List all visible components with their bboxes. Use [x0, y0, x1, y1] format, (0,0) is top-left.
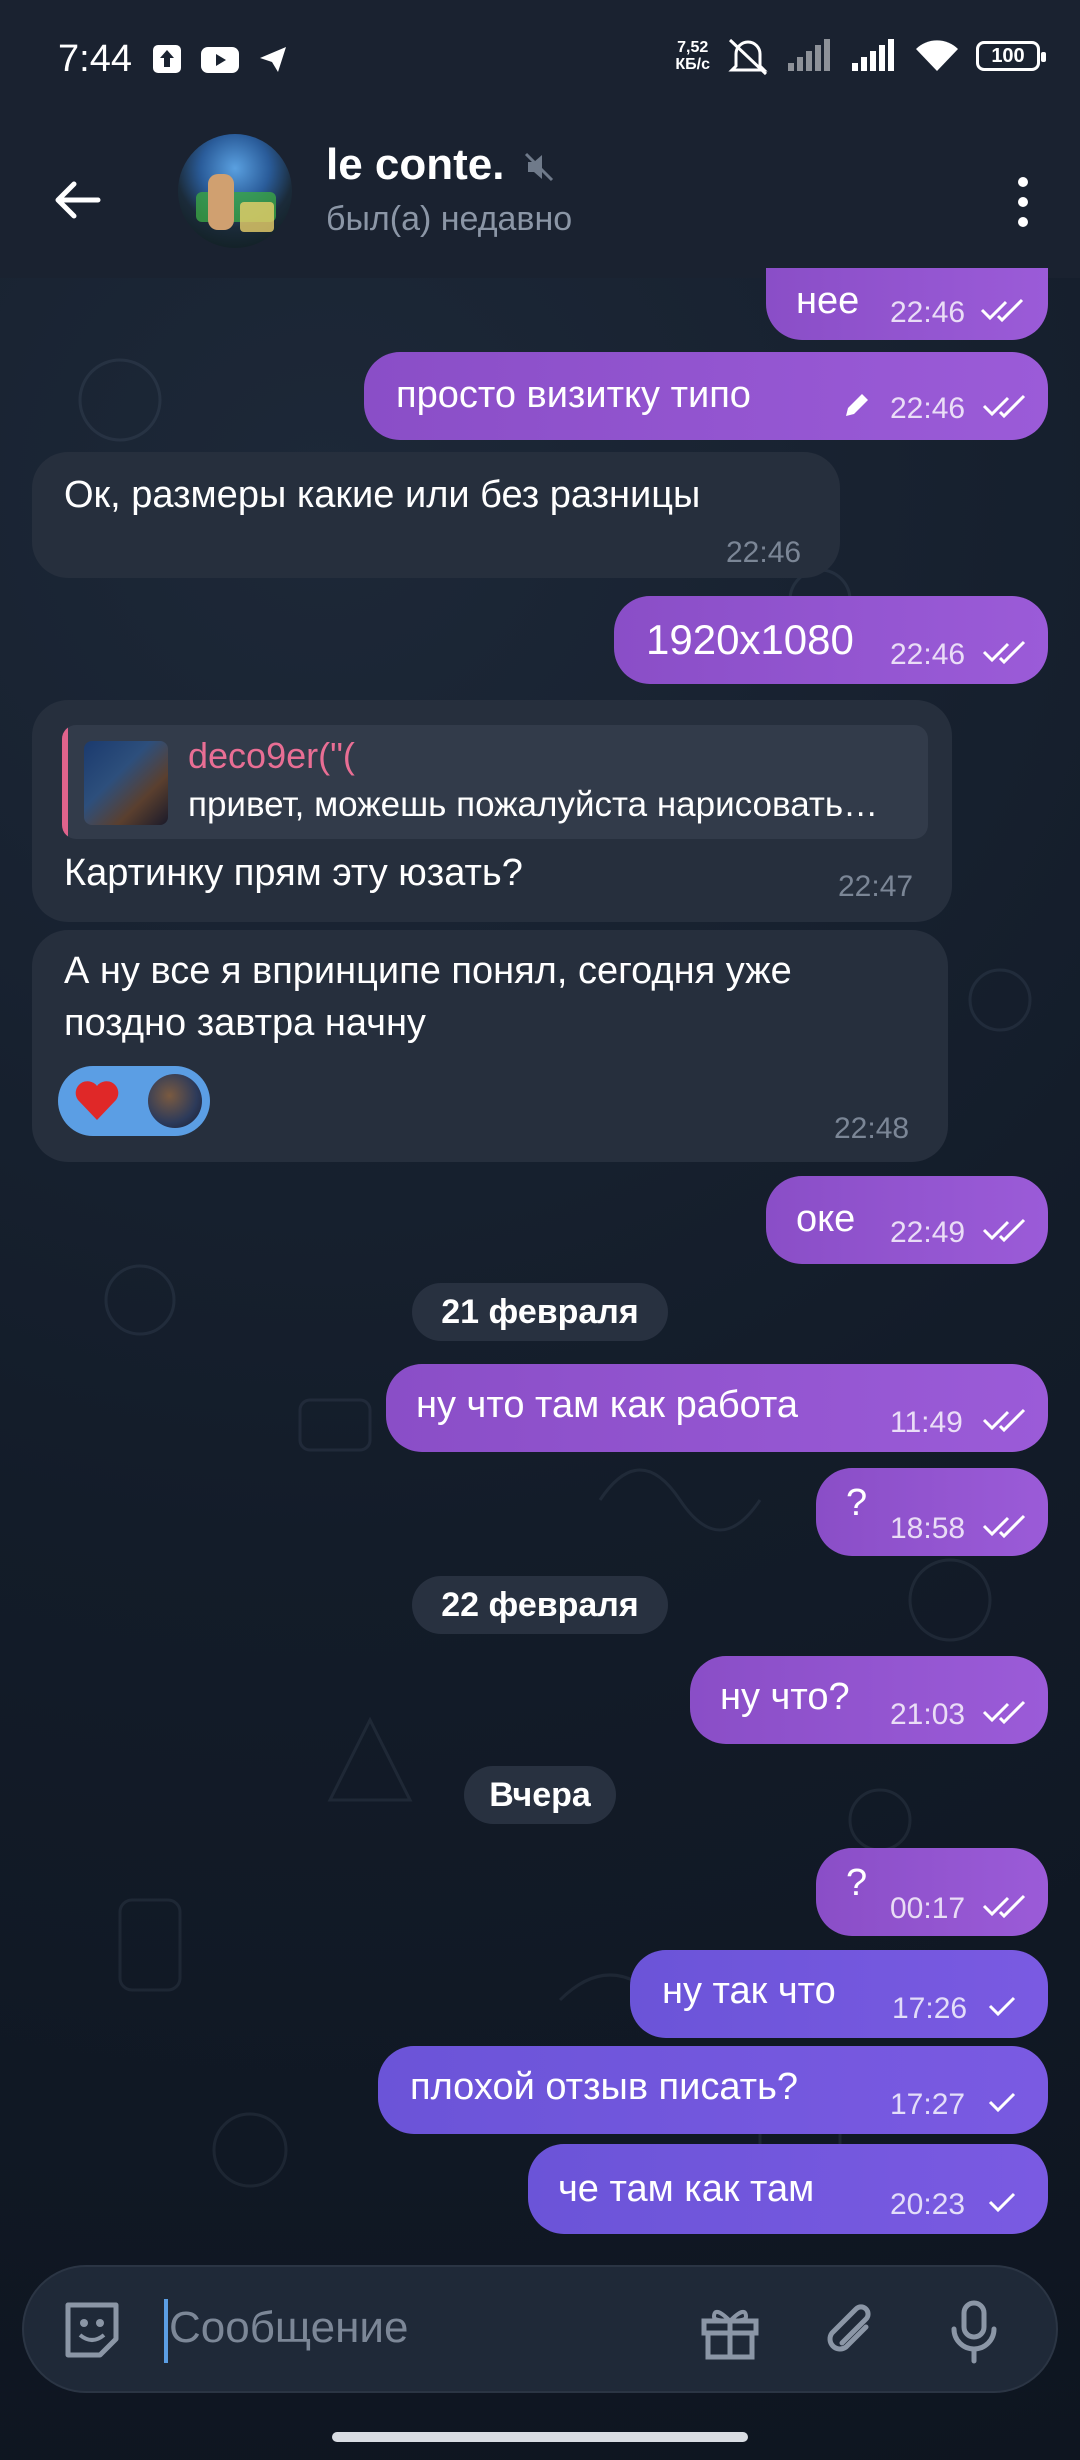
telegram-notification-icon — [260, 47, 286, 72]
mute-icon — [524, 152, 554, 182]
message-time: 22:48 — [834, 1112, 910, 1145]
message-text: 1920x1080 — [646, 616, 854, 663]
status-left-icons — [152, 44, 288, 74]
double-check-icon — [982, 640, 1026, 664]
attach-icon[interactable] — [816, 2297, 884, 2365]
gift-icon[interactable] — [696, 2297, 764, 2365]
message-text: ну что? — [720, 1676, 850, 1718]
message-outgoing[interactable]: ну что? 21:03 — [690, 1656, 1048, 1744]
reaction-chip[interactable] — [58, 1066, 210, 1136]
message-text: просто визитку типо — [396, 374, 751, 416]
battery-indicator: 100 — [976, 41, 1046, 71]
gesture-home-bar[interactable] — [332, 2432, 748, 2442]
message-time: 20:23 — [890, 2188, 966, 2221]
message-outgoing[interactable]: ? 00:17 — [816, 1848, 1048, 1936]
double-check-icon — [982, 1408, 1026, 1432]
youtube-icon — [201, 47, 239, 73]
message-text: Ок, размеры какие или без разницы — [64, 474, 701, 516]
message-time: 21:03 — [890, 1698, 966, 1731]
double-check-icon — [982, 394, 1026, 418]
message-incoming-reply[interactable]: deco9er("( привет, можешь пожалуйста нар… — [32, 700, 952, 922]
status-bar: 7:44 7,52 КБ/с 100 — [0, 0, 1080, 128]
reply-thumbnail — [84, 741, 168, 825]
message-text: нее — [796, 280, 860, 322]
message-incoming[interactable]: Ок, размеры какие или без разницы 22:46 — [32, 452, 840, 578]
message-text: че там как там — [558, 2168, 815, 2210]
signal-2-icon — [852, 39, 894, 71]
message-outgoing-unread[interactable]: ну так что 17:26 — [630, 1950, 1048, 2038]
message-time: 18:58 — [890, 1512, 966, 1545]
chat-header: le conte. был(а) недавно — [0, 128, 1080, 278]
message-text-line1: А ну все я впринципе понял, сегодня уже — [64, 950, 792, 992]
message-outgoing[interactable]: просто визитку типо 22:46 — [364, 352, 1048, 440]
date-separator: 22 февраля — [412, 1576, 668, 1634]
reply-quote[interactable]: deco9er("( привет, можешь пожалуйста нар… — [62, 725, 928, 839]
status-time: 7:44 — [58, 38, 132, 80]
signal-1-icon — [788, 39, 830, 71]
message-text: ? — [846, 1482, 868, 1524]
message-outgoing[interactable]: 1920x1080 22:46 — [614, 596, 1048, 684]
back-arrow-icon[interactable] — [46, 168, 110, 232]
message-outgoing-unread[interactable]: че там как там 20:23 — [528, 2144, 1048, 2234]
message-time: 22:47 — [838, 870, 914, 903]
contact-status: был(а) недавно — [326, 200, 573, 238]
message-text: ? — [846, 1862, 868, 1904]
double-check-icon — [980, 298, 1024, 322]
message-input[interactable]: Сообщение — [169, 2303, 408, 2353]
message-text: ну так что — [662, 1970, 836, 2012]
silent-mode-icon — [728, 38, 768, 76]
message-text: оке — [796, 1198, 856, 1240]
network-speed: 7,52 КБ/с — [675, 39, 710, 73]
message-composer[interactable]: Сообщение — [22, 2265, 1058, 2393]
message-outgoing[interactable]: ? 18:58 — [816, 1468, 1048, 1556]
message-time: 17:26 — [892, 1992, 968, 2025]
single-check-icon — [988, 1996, 1016, 2017]
pencil-icon — [846, 394, 868, 416]
message-outgoing-unread[interactable]: плохой отзыв писать? 17:27 — [378, 2046, 1048, 2134]
message-incoming[interactable]: А ну все я впринципе понял, сегодня уже … — [32, 930, 948, 1162]
message-time: 22:46 — [726, 536, 802, 569]
message-outgoing[interactable]: нее 22:46 — [766, 268, 1048, 340]
sticker-icon[interactable] — [58, 2297, 126, 2365]
message-time: 22:46 — [890, 296, 966, 329]
network-speed-unit: КБ/с — [675, 56, 710, 73]
upload-notification-icon — [153, 45, 181, 73]
mic-icon[interactable] — [940, 2297, 1008, 2365]
double-check-icon — [982, 1894, 1026, 1918]
double-check-icon — [982, 1218, 1026, 1242]
message-outgoing[interactable]: оке 22:49 — [766, 1176, 1048, 1264]
network-speed-value: 7,52 — [677, 39, 709, 56]
double-check-icon — [982, 1700, 1026, 1724]
message-time: 17:27 — [890, 2088, 966, 2121]
double-check-icon — [982, 1514, 1026, 1538]
contact-avatar[interactable] — [178, 134, 292, 248]
reaction-user-avatar — [148, 1074, 202, 1128]
message-outgoing[interactable]: ну что там как работа 11:49 — [386, 1364, 1048, 1452]
message-text: Картинку прям эту юзать? — [64, 852, 523, 894]
single-check-icon — [988, 2092, 1016, 2113]
message-text: ну что там как работа — [416, 1384, 799, 1426]
status-right-icons: 7,52 КБ/с 100 — [675, 36, 1046, 76]
date-separator: 21 февраля — [412, 1283, 668, 1341]
message-text-line2: поздно завтра начну — [64, 1002, 426, 1044]
reply-sender: deco9er("( — [188, 735, 355, 776]
message-text: плохой отзыв писать? — [410, 2066, 798, 2108]
message-time: 22:49 — [890, 1216, 966, 1249]
more-vertical-icon[interactable] — [1008, 170, 1038, 234]
single-check-icon — [988, 2192, 1016, 2213]
reply-accent-bar — [62, 725, 68, 839]
reply-text: привет, можешь пожалуйста нарисовать… — [188, 785, 879, 824]
text-caret — [164, 2299, 168, 2363]
message-time: 11:49 — [890, 1406, 963, 1439]
message-time: 00:17 — [890, 1892, 966, 1925]
message-time: 22:46 — [890, 638, 966, 671]
message-time: 22:46 — [890, 392, 966, 425]
reply-text-content: привет, можешь пожалуйста нарисовать — [188, 785, 844, 824]
date-separator: Вчера — [464, 1766, 616, 1824]
wifi-icon — [916, 40, 958, 71]
contact-name[interactable]: le conte. — [326, 140, 505, 190]
heart-icon — [75, 1081, 119, 1120]
